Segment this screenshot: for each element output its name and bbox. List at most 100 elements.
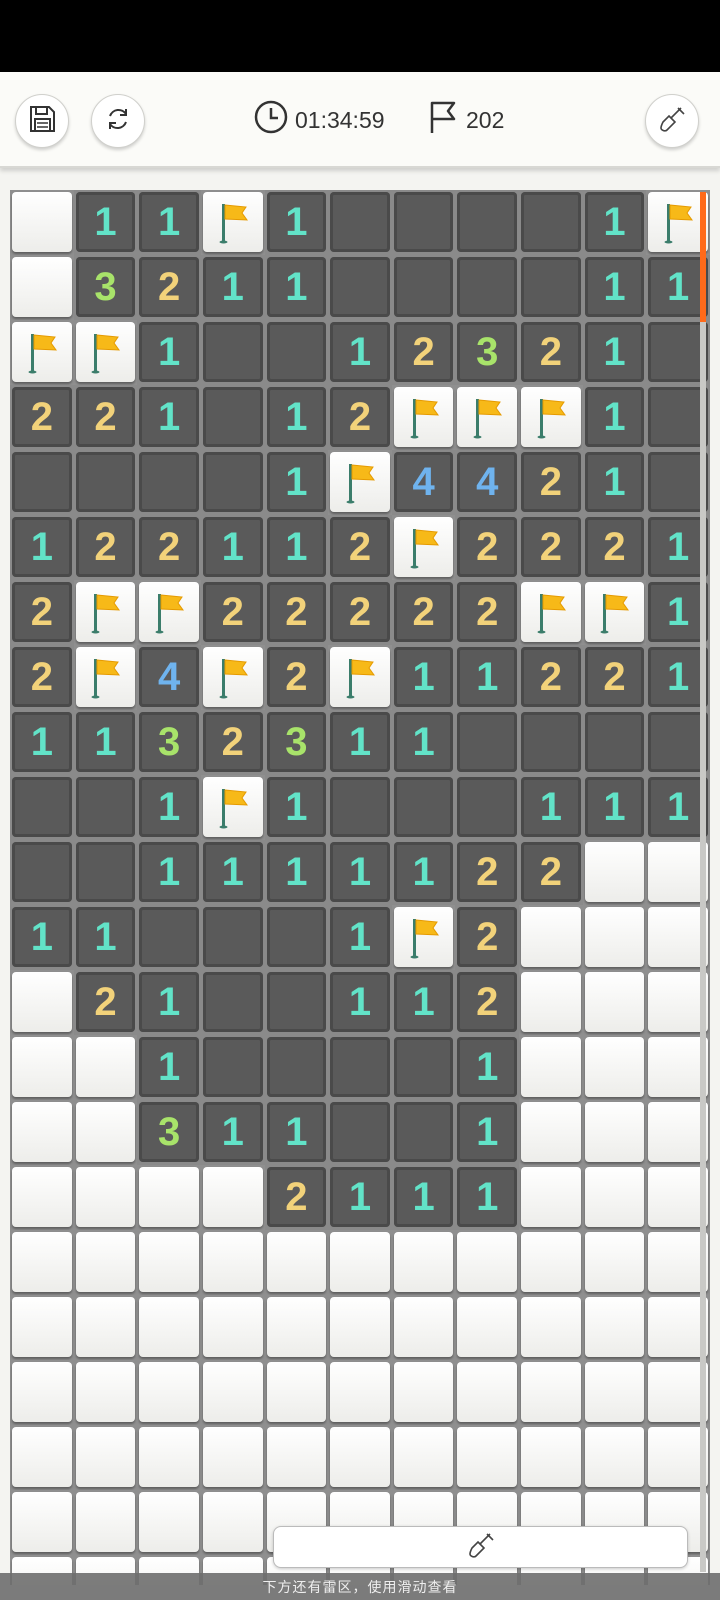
number-tile[interactable]: 1 [10,515,74,580]
number-tile[interactable]: 1 [391,710,456,775]
unopened-tile[interactable] [10,1425,74,1490]
opened-empty-tile[interactable] [10,775,74,840]
unopened-tile[interactable] [10,255,74,320]
number-tile[interactable]: 2 [455,905,519,970]
flagged-tile[interactable] [328,645,392,710]
opened-empty-tile[interactable] [391,775,456,840]
number-tile[interactable]: 1 [582,255,647,320]
opened-empty-tile[interactable] [73,775,138,840]
opened-empty-tile[interactable] [455,710,519,775]
opened-empty-tile[interactable] [391,255,456,320]
number-tile[interactable]: 2 [455,580,519,645]
unopened-tile[interactable] [582,1035,647,1100]
number-tile[interactable]: 1 [73,905,138,970]
unopened-tile[interactable] [391,1425,456,1490]
unopened-tile[interactable] [264,1295,329,1360]
unopened-tile[interactable] [264,1230,329,1295]
opened-empty-tile[interactable] [200,1035,265,1100]
unopened-tile[interactable] [391,1360,456,1425]
unopened-tile[interactable] [10,1035,74,1100]
unopened-tile[interactable] [328,1360,392,1425]
opened-empty-tile[interactable] [200,450,265,515]
number-tile[interactable]: 1 [519,775,583,840]
unopened-tile[interactable] [391,1295,456,1360]
opened-empty-tile[interactable] [455,190,519,255]
number-tile[interactable]: 1 [137,840,201,905]
number-tile[interactable]: 1 [264,1100,329,1165]
number-tile[interactable]: 1 [328,1165,392,1230]
number-tile[interactable]: 2 [391,320,456,385]
unopened-tile[interactable] [10,1295,74,1360]
number-tile[interactable]: 1 [73,190,138,255]
unopened-tile[interactable] [455,1360,519,1425]
number-tile[interactable]: 1 [582,190,647,255]
unopened-tile[interactable] [519,970,583,1035]
number-tile[interactable]: 1 [137,320,201,385]
unopened-tile[interactable] [10,1490,74,1555]
flagged-tile[interactable] [391,385,456,450]
number-tile[interactable]: 2 [519,450,583,515]
number-tile[interactable]: 2 [73,970,138,1035]
number-tile[interactable]: 1 [455,1165,519,1230]
number-tile[interactable]: 1 [328,710,392,775]
unopened-tile[interactable] [73,1230,138,1295]
number-tile[interactable]: 1 [328,320,392,385]
number-tile[interactable]: 1 [455,1035,519,1100]
unopened-tile[interactable] [200,1425,265,1490]
number-tile[interactable]: 1 [264,385,329,450]
flagged-tile[interactable] [391,515,456,580]
number-tile[interactable]: 1 [391,645,456,710]
flagged-tile[interactable] [391,905,456,970]
number-tile[interactable]: 3 [455,320,519,385]
number-tile[interactable]: 1 [137,775,201,840]
number-tile[interactable]: 2 [519,645,583,710]
unopened-tile[interactable] [582,1230,647,1295]
unopened-tile[interactable] [582,1360,647,1425]
scrollbar-thumb[interactable] [700,192,706,322]
number-tile[interactable]: 1 [328,970,392,1035]
number-tile[interactable]: 2 [200,580,265,645]
unopened-tile[interactable] [328,1425,392,1490]
number-tile[interactable]: 1 [264,775,329,840]
unopened-tile[interactable] [582,905,647,970]
opened-empty-tile[interactable] [519,710,583,775]
opened-empty-tile[interactable] [455,255,519,320]
number-tile[interactable]: 2 [264,580,329,645]
unopened-tile[interactable] [73,1165,138,1230]
opened-empty-tile[interactable] [137,450,201,515]
number-tile[interactable]: 2 [519,840,583,905]
unopened-tile[interactable] [519,1165,583,1230]
number-tile[interactable]: 3 [73,255,138,320]
opened-empty-tile[interactable] [519,255,583,320]
opened-empty-tile[interactable] [264,1035,329,1100]
opened-empty-tile[interactable] [391,1035,456,1100]
unopened-tile[interactable] [137,1165,201,1230]
number-tile[interactable]: 1 [200,1100,265,1165]
opened-empty-tile[interactable] [73,840,138,905]
unopened-tile[interactable] [582,1295,647,1360]
opened-empty-tile[interactable] [73,450,138,515]
opened-empty-tile[interactable] [328,255,392,320]
unopened-tile[interactable] [10,1230,74,1295]
number-tile[interactable]: 2 [200,710,265,775]
opened-empty-tile[interactable] [200,320,265,385]
number-tile[interactable]: 3 [137,1100,201,1165]
unopened-tile[interactable] [10,190,74,255]
unopened-tile[interactable] [10,1165,74,1230]
number-tile[interactable]: 1 [391,1165,456,1230]
opened-empty-tile[interactable] [328,1100,392,1165]
opened-empty-tile[interactable] [582,710,647,775]
number-tile[interactable]: 1 [391,840,456,905]
number-tile[interactable]: 1 [264,190,329,255]
opened-empty-tile[interactable] [455,775,519,840]
unopened-tile[interactable] [519,1360,583,1425]
unopened-tile[interactable] [264,1425,329,1490]
flagged-tile[interactable] [519,385,583,450]
number-tile[interactable]: 2 [455,970,519,1035]
unopened-tile[interactable] [582,840,647,905]
unopened-tile[interactable] [73,1425,138,1490]
opened-empty-tile[interactable] [328,190,392,255]
number-tile[interactable]: 2 [519,515,583,580]
opened-empty-tile[interactable] [10,840,74,905]
number-tile[interactable]: 2 [264,645,329,710]
